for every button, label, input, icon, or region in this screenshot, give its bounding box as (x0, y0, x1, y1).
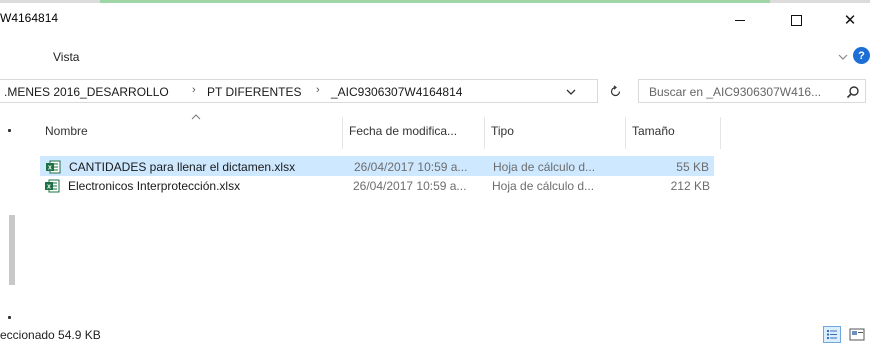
maximize-icon (790, 14, 802, 26)
close-icon: ✕ (843, 12, 857, 29)
address-history-chevron-down-icon[interactable] (565, 86, 577, 98)
minimize-icon (735, 19, 745, 21)
file-row[interactable]: x CANTIDADES para llenar el dictamen.xls… (40, 156, 714, 176)
svg-text:x: x (48, 165, 52, 172)
file-size: 212 KB (670, 179, 710, 193)
breadcrumb-item[interactable]: .MENES 2016_DESARROLLO (4, 85, 169, 99)
search-placeholder[interactable]: Buscar en _AIC9306307W416... (649, 85, 821, 99)
minimize-button[interactable] (717, 6, 763, 34)
nav-pane-scrollbar[interactable] (9, 215, 15, 285)
breadcrumb-separator-icon[interactable]: › (316, 84, 320, 96)
excel-file-icon: x (45, 179, 60, 193)
help-glyph: ? (858, 49, 865, 62)
column-header-name[interactable]: Nombre (45, 124, 88, 138)
help-icon[interactable]: ? (853, 47, 870, 64)
refresh-button[interactable] (601, 79, 629, 103)
breadcrumb-item[interactable]: PT DIFERENTES (207, 85, 301, 99)
file-name[interactable]: CANTIDADES para llenar el dictamen.xlsx (69, 160, 295, 174)
column-header-size[interactable]: Tamaño (632, 124, 675, 138)
navigation-pane-edge (0, 0, 15, 344)
column-header-date[interactable]: Fecha de modifica... (349, 124, 457, 138)
ribbon-expand-chevron-icon[interactable] (838, 52, 848, 62)
file-type: Hoja de cálculo d... (492, 179, 595, 193)
breadcrumb-item[interactable]: _AIC9306307W4164814 (331, 85, 462, 99)
file-type: Hoja de cálculo d... (493, 160, 596, 174)
window-top-border (0, 0, 870, 3)
search-box[interactable]: Buscar en _AIC9306307W416... (638, 79, 866, 103)
tab-vista[interactable]: Vista (53, 50, 79, 64)
file-size: 55 KB (676, 160, 709, 174)
file-row[interactable]: x Electronicos Interprotección.xlsx 26/0… (40, 176, 714, 196)
file-name[interactable]: Electronicos Interprotección.xlsx (68, 179, 240, 193)
close-button[interactable]: ✕ (827, 6, 870, 34)
column-divider[interactable] (625, 117, 626, 149)
nav-tree-marker (8, 316, 11, 319)
file-date: 26/04/2017 10:59 a... (354, 160, 468, 174)
status-bar-text: eccionado 54.9 KB (0, 328, 101, 342)
refresh-icon (610, 84, 620, 96)
details-view-icon (827, 330, 837, 339)
svg-text:x: x (47, 184, 51, 191)
nav-tree-marker (8, 129, 11, 132)
file-date: 26/04/2017 10:59 a... (353, 179, 467, 193)
title-accent-bar (100, 0, 770, 3)
large-icons-view-icon[interactable] (848, 327, 866, 342)
column-divider[interactable] (484, 117, 485, 149)
maximize-button[interactable] (773, 6, 819, 34)
excel-file-icon: x (46, 160, 61, 174)
column-divider[interactable] (342, 117, 343, 149)
column-divider[interactable] (720, 117, 721, 149)
column-header-type[interactable]: Tipo (491, 124, 514, 138)
details-view-button[interactable] (823, 326, 841, 343)
search-icon[interactable] (846, 85, 860, 99)
sort-ascending-icon (191, 114, 201, 120)
address-bar[interactable]: .MENES 2016_DESARROLLO › PT DIFERENTES ›… (0, 79, 598, 103)
breadcrumb-separator-icon[interactable]: › (192, 84, 196, 96)
